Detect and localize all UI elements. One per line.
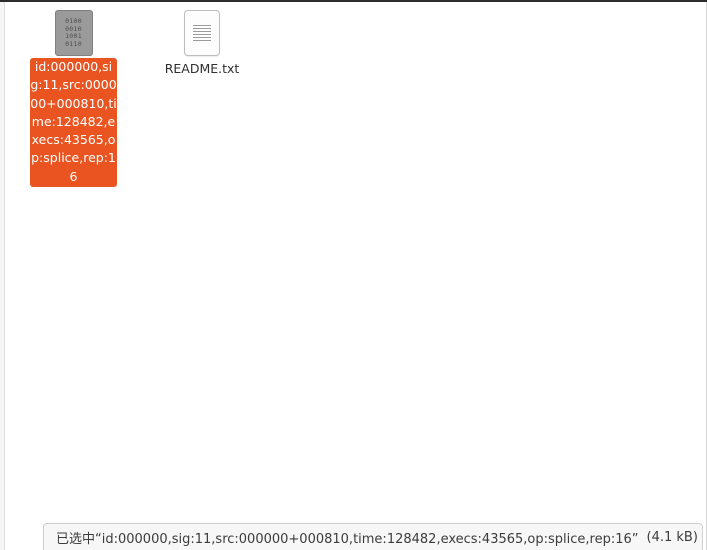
status-size-text: (4.1 kB) <box>646 529 698 545</box>
file-name-label-selected[interactable]: id:000000,sig:11,src:000000+000810,time:… <box>30 58 117 188</box>
file-manager-window: 0100 0010 1001 0110 id:000000,sig:11,src… <box>0 0 707 550</box>
file-name-label[interactable]: README.txt <box>161 60 243 77</box>
file-item-readme[interactable]: README.txt <box>161 10 243 77</box>
text-file-icon[interactable] <box>184 10 220 56</box>
binary-file-icon[interactable]: 0100 0010 1001 0110 <box>54 10 93 56</box>
selection-status-bar: 已选中“id:000000,sig:11,src:000000+000810,t… <box>43 523 703 550</box>
status-selection-text: 已选中“id:000000,sig:11,src:000000+000810,t… <box>56 531 639 547</box>
file-icon-view[interactable]: 0100 0010 1001 0110 id:000000,sig:11,src… <box>6 2 706 550</box>
sidebar-edge[interactable] <box>0 2 5 550</box>
file-item-crash-input[interactable]: 0100 0010 1001 0110 id:000000,sig:11,src… <box>30 10 117 188</box>
binary-icon-glyph: 0100 0010 1001 0110 <box>65 17 82 48</box>
